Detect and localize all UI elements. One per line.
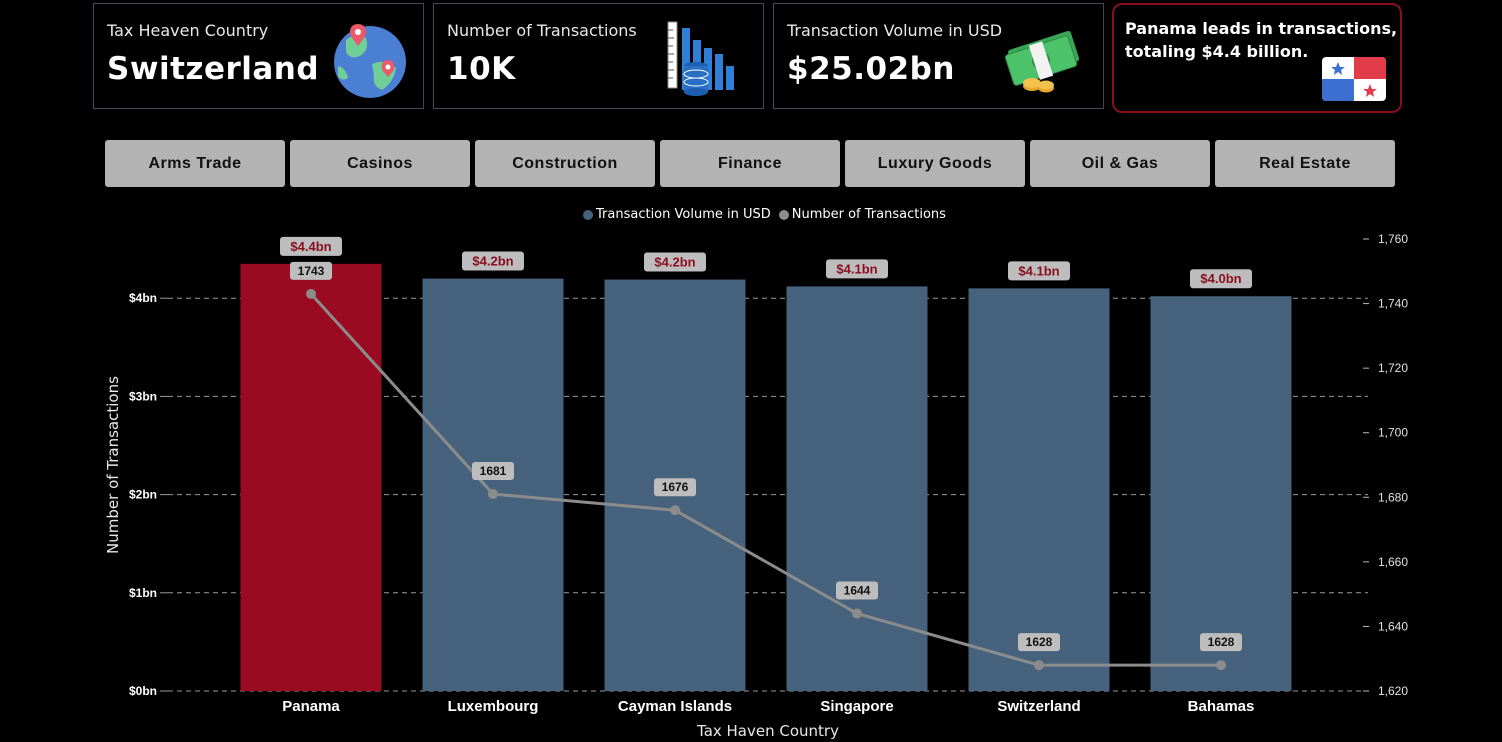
bar-data-label: $4.4bn [290,239,331,254]
line-point[interactable] [1216,660,1226,671]
bar-panama[interactable] [240,263,382,691]
filter-arms-trade[interactable]: Arms Trade [105,140,285,187]
x-axis-tick-label: Switzerland [997,698,1080,715]
kpi-value: Switzerland [107,51,320,87]
point-data-label: 1676 [662,480,689,494]
legend-item-volume[interactable]: Transaction Volume in USD [583,207,771,222]
filter-oil-gas[interactable]: Oil & Gas [1030,140,1210,187]
y-axis-tick-label: $0bn [129,684,157,698]
bar-singapore[interactable] [786,286,928,691]
y-axis-tick-label: $4bn [129,291,157,305]
filter-finance[interactable]: Finance [660,140,840,187]
line-point[interactable] [852,608,862,619]
kpi-label: Number of Transactions [447,21,637,40]
filter-luxury-goods[interactable]: Luxury Goods [845,140,1025,187]
legend-swatch-volume [583,209,593,220]
y2-axis-tick-label: 1,660 [1378,555,1408,569]
y-axis-tick-label: $2bn [129,488,157,502]
bar-data-label: $4.0bn [1200,271,1241,286]
chart-legend: Transaction Volume in USD Number of Tran… [583,207,950,222]
kpi-card-country: Tax Heaven Country Switzerland [93,3,424,109]
kpi-label: Transaction Volume in USD [787,21,1003,40]
point-data-label: 1628 [1026,635,1053,649]
legend-item-transactions[interactable]: Number of Transactions [778,207,946,222]
bar-luxembourg[interactable] [422,278,564,691]
legend-label-transactions: Number of Transactions [791,207,946,222]
y2-axis-tick-label: 1,720 [1378,361,1408,375]
x-axis-tick-label: Singapore [820,698,893,715]
kpi-label: Tax Heaven Country [107,21,269,40]
money-icon [1002,24,1088,100]
panama-flag-icon [1322,57,1386,105]
point-data-label: 1644 [844,584,871,598]
combo-chart: $0bn $1bn $2bn $3bn $4bn 1,620 1,640 1,660 1,680… [104,232,1408,740]
point-data-label: 1628 [1208,635,1235,649]
filter-casinos[interactable]: Casinos [290,140,470,187]
line-point[interactable] [1034,660,1044,671]
y-axis-tick-label: $3bn [129,389,157,403]
filter-real-estate[interactable]: Real Estate [1215,140,1395,187]
database-chart-icon [666,18,738,102]
line-point[interactable] [306,288,316,299]
bar-bahamas[interactable] [1150,296,1292,691]
kpi-card-transactions: Number of Transactions 10K [433,3,764,109]
line-point[interactable] [670,505,680,516]
filter-construction[interactable]: Construction [475,140,655,187]
x-axis-tick-label: Bahamas [1188,698,1255,715]
point-data-label: 1681 [480,464,507,478]
x-axis-tick-label: Panama [282,698,340,715]
y2-axis-tick-label: 1,760 [1378,232,1408,246]
kpi-value: $25.02bn [787,51,955,87]
y-axis-tick-label: $1bn [129,586,157,600]
y2-axis-tick-label: 1,640 [1378,619,1408,633]
kpi-value: 10K [447,51,516,87]
x-axis-tick-label: Cayman Islands [618,698,732,715]
bar-switzerland[interactable] [968,288,1110,691]
bar-data-label: $4.2bn [654,255,695,270]
globe-icon [332,20,412,104]
y2-axis-tick-label: 1,700 [1378,426,1408,440]
y2-axis-tick-label: 1,620 [1378,684,1408,698]
point-data-label: 1743 [298,264,325,278]
x-axis-title: Tax Haven Country [696,722,839,740]
line-point[interactable] [488,489,498,500]
bar-data-label: $4.1bn [1018,263,1059,278]
bar-data-label: $4.1bn [836,261,877,276]
y2-axis-tick-label: 1,740 [1378,297,1408,311]
y2-axis-tick-label: 1,680 [1378,490,1408,504]
insight-callout: Panama leads in transactions, totaling $… [1112,3,1402,113]
legend-label-volume: Transaction Volume in USD [596,207,771,222]
x-axis-tick-label: Luxembourg [448,698,539,715]
y-axis-title: Number of Transactions [104,376,122,554]
legend-swatch-transactions [778,209,789,220]
bar-data-label: $4.2bn [472,254,513,269]
kpi-card-volume: Transaction Volume in USD $25.02bn [773,3,1104,109]
